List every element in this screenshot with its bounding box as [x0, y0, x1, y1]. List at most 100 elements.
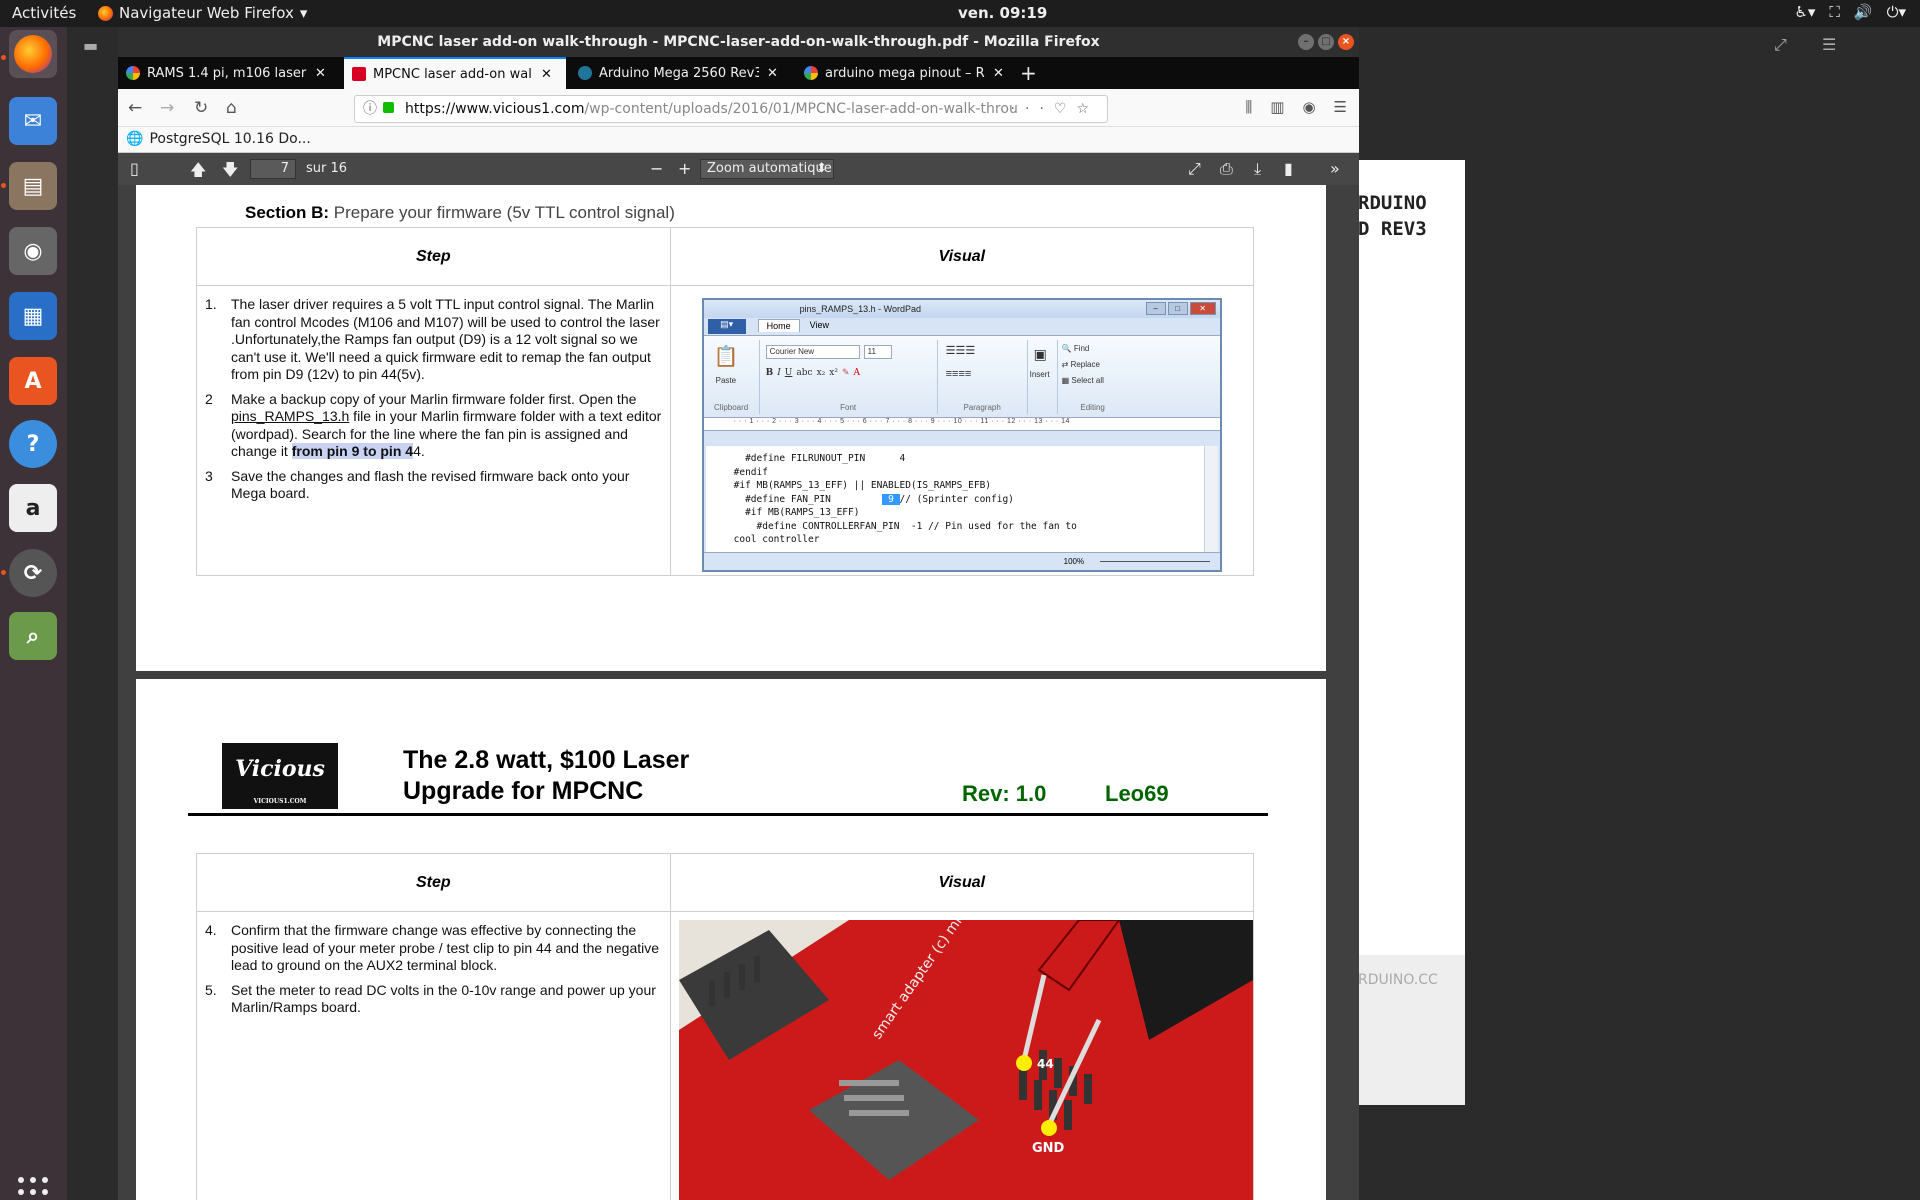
next-page-icon[interactable]: 🡇	[222, 159, 238, 186]
minimize-button[interactable]: –	[1298, 34, 1314, 50]
find-label: Find	[1073, 344, 1090, 353]
account-icon[interactable]: ◉	[1302, 98, 1315, 116]
tab-bar: RAMS 1.4 pi, m106 laser ✕ MPCNC laser ad…	[118, 57, 1359, 89]
code-selection: 9	[882, 493, 900, 505]
home-button[interactable]: ⌂	[226, 98, 237, 118]
wordpad-scrollbar	[1203, 446, 1218, 552]
wordpad-file-button: ▤▾	[707, 319, 746, 334]
network-icon[interactable]: ⛶	[1829, 3, 1840, 21]
tab-rams[interactable]: RAMS 1.4 pi, m106 laser ✕	[118, 57, 340, 89]
rhythmbox-launcher[interactable]: ◉	[9, 227, 57, 275]
page-actions[interactable]: ···♡☆	[1011, 96, 1099, 122]
amazon-icon: a	[25, 495, 41, 521]
reload-button[interactable]: ↻	[194, 98, 208, 118]
forward-button[interactable]: →	[160, 98, 174, 118]
amazon-launcher[interactable]: a	[9, 484, 57, 532]
code-line: #define CONTROLLERFAN_PIN -1 // Pin used…	[733, 520, 1077, 532]
shopping-bag-icon: A	[24, 368, 42, 394]
url-bar[interactable]: ⓘ https://www.vicious1.com/wp-content/up…	[354, 95, 1108, 123]
maximize-button[interactable]: □	[1318, 34, 1334, 50]
code-line: #define FILRUNOUT_PIN 4	[733, 453, 906, 464]
tab-mpcnc-pdf[interactable]: MPCNC laser add-on wal ✕	[344, 57, 566, 89]
step-text-part: 4.	[413, 443, 425, 459]
zoom-in-button[interactable]: +	[678, 159, 691, 178]
presentation-mode-icon[interactable]: ⤢	[1188, 159, 1201, 179]
print-icon[interactable]: ⎙	[1220, 159, 1233, 179]
activities-button[interactable]: Activités	[12, 4, 76, 22]
chevron-down-icon: ▾	[299, 4, 308, 22]
app-menu[interactable]: Navigateur Web Firefox ▾	[98, 4, 307, 22]
close-button[interactable]: ×	[1338, 34, 1354, 50]
close-tab-icon[interactable]: ✕	[541, 67, 552, 82]
step-number: 2	[205, 390, 213, 407]
pdf-viewer[interactable]: Section B: Prepare your firmware (5v TTL…	[118, 185, 1359, 1200]
minimize-icon[interactable]: ▬	[83, 36, 98, 55]
section-heading: Section B: Prepare your firmware (5v TTL…	[245, 203, 675, 223]
gnd-label: GND	[1032, 1141, 1065, 1156]
running-indicator	[1, 570, 6, 575]
thunderbird-launcher[interactable]: ✉	[9, 97, 57, 145]
library-icon[interactable]: ⫼	[1245, 98, 1252, 116]
bookmark-label: PostgreSQL 10.16 Do...	[149, 131, 311, 147]
board-illustration: smart adapter (c) ml 44 GND	[678, 920, 1253, 1200]
show-apps-icon[interactable]	[18, 1177, 48, 1200]
align-icon: ≡≡≡≡	[945, 368, 972, 380]
zoom-select[interactable]: Zoom automatique ⬍	[700, 159, 834, 179]
zoom-out-button[interactable]: −	[650, 159, 663, 178]
info-icon[interactable]: ⓘ	[363, 96, 377, 122]
step-text: Save the changes and flash the revised f…	[231, 467, 630, 502]
firefox-launcher[interactable]	[9, 30, 57, 78]
list-item: 5. Set the meter to read DC volts in the…	[205, 982, 662, 1017]
wordpad-statusbar: 100%	[703, 552, 1220, 570]
wordpad-group-editing: 🔍 Find ⇄ Replace ▦ Select all Editing	[1058, 340, 1128, 414]
firefox-icon	[98, 5, 113, 21]
menu-icon[interactable]: ☰	[1334, 98, 1347, 116]
previous-page-icon[interactable]: 🡅	[190, 159, 206, 186]
background-window-page: RDUINO D REV3 RDUINO.CC	[1358, 160, 1465, 1105]
help-launcher[interactable]: ?	[9, 420, 57, 468]
back-button[interactable]: ←	[128, 98, 142, 118]
expand-icon[interactable]: ⤢	[1774, 35, 1787, 55]
hamburger-menu-icon[interactable]: ☰	[1822, 35, 1836, 54]
image-viewer-launcher[interactable]: ⌕	[9, 612, 57, 660]
accessibility-icon[interactable]: ♿▾	[1794, 3, 1815, 21]
volume-icon[interactable]: 🔊	[1854, 3, 1873, 21]
column-header-visual: Visual	[669, 227, 1255, 286]
download-icon[interactable]: ⤓	[1254, 159, 1261, 179]
close-tab-icon[interactable]: ✕	[767, 66, 778, 81]
sidebar-toggle-icon[interactable]: ▯	[130, 159, 139, 178]
wordpad-zoom-level: 100%	[1063, 557, 1085, 566]
new-tab-button[interactable]: +	[1020, 61, 1037, 85]
sidebar-icon[interactable]: ▥	[1270, 98, 1284, 116]
code-line: #endif	[733, 466, 768, 478]
clock[interactable]: ven. 09:19	[958, 4, 1047, 22]
highlighted-text: from pin 9 to pin 4	[291, 443, 414, 459]
code-line: #if MB(RAMPS_13_EFF) || ENABLED(IS_RAMPS…	[733, 480, 992, 491]
step-list: 1. The laser driver requires a 5 volt TT…	[205, 296, 662, 503]
tools-icon[interactable]: »	[1330, 159, 1340, 178]
system-tray[interactable]: ♿▾ ⛶ 🔊 ⏻▾	[1794, 3, 1906, 21]
wordpad-titlebar: pins_RAMPS_13.h - WordPad – □ ✕	[703, 300, 1220, 318]
toolbar-right: ⫼ ▥ ◉ ☰	[1245, 98, 1347, 116]
steps-table: Step Visual 4. Confirm that the firmware…	[196, 853, 1255, 1200]
bookmark-item[interactable]: 🌐 PostgreSQL 10.16 Do...	[126, 131, 311, 147]
page-number-input[interactable]: 7	[250, 159, 296, 179]
wordpad-document: #define FILRUNOUT_PIN 4 #endif #if MB(RAMP…	[705, 446, 1206, 552]
bookmark-icon[interactable]: ▮	[1284, 159, 1293, 178]
vicious-logo: Vicious VICIOUS1.COM	[222, 743, 338, 809]
page-count: sur 16	[306, 161, 348, 176]
close-tab-icon[interactable]: ✕	[993, 66, 1004, 81]
power-icon[interactable]: ⏻▾	[1887, 3, 1906, 21]
tab-mega-pinout[interactable]: arduino mega pinout – R ✕	[796, 57, 1018, 89]
updater-launcher[interactable]: ⟳	[9, 549, 57, 597]
format-buttons: B I Uabc x₂ x² ✎ A	[765, 368, 860, 378]
software-launcher[interactable]: A	[9, 357, 57, 405]
files-launcher[interactable]: ▤	[9, 162, 57, 210]
writer-launcher[interactable]: ▦	[9, 292, 57, 340]
column-header-step: Step	[196, 853, 671, 912]
tab-label: arduino mega pinout – R	[825, 65, 985, 81]
replace-label: Replace	[1070, 360, 1100, 369]
tab-arduino-mega[interactable]: Arduino Mega 2560 Rev3 ✕	[570, 57, 792, 89]
close-tab-icon[interactable]: ✕	[315, 66, 326, 81]
step-text: The laser driver requires a 5 volt TTL i…	[231, 296, 660, 382]
